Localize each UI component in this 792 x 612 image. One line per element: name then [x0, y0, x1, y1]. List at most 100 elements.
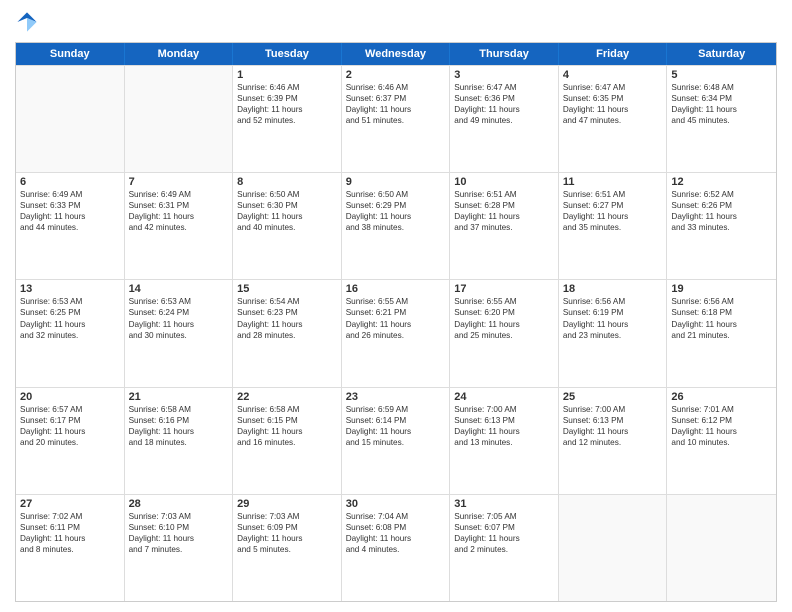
cell-line: Sunrise: 6:55 AM [346, 296, 446, 307]
cell-line: Sunrise: 7:03 AM [129, 511, 229, 522]
weekday-header: Tuesday [233, 43, 342, 65]
cell-line: Sunset: 6:07 PM [454, 522, 554, 533]
day-number: 1 [237, 69, 337, 81]
cell-line: Daylight: 11 hours [671, 319, 772, 330]
cell-line: and 15 minutes. [346, 437, 446, 448]
cell-line: Sunset: 6:26 PM [671, 200, 772, 211]
cell-line: Sunrise: 6:55 AM [454, 296, 554, 307]
cell-line: and 10 minutes. [671, 437, 772, 448]
cell-line: and 45 minutes. [671, 115, 772, 126]
cell-line: Daylight: 11 hours [129, 211, 229, 222]
cell-line: Daylight: 11 hours [20, 211, 120, 222]
weekday-header: Friday [559, 43, 668, 65]
cell-line: Sunrise: 6:59 AM [346, 404, 446, 415]
calendar-cell: 31Sunrise: 7:05 AMSunset: 6:07 PMDayligh… [450, 495, 559, 601]
cell-line: Sunset: 6:11 PM [20, 522, 120, 533]
cell-line: Sunset: 6:30 PM [237, 200, 337, 211]
day-number: 16 [346, 283, 446, 295]
calendar-cell [667, 495, 776, 601]
calendar-cell: 12Sunrise: 6:52 AMSunset: 6:26 PMDayligh… [667, 173, 776, 279]
calendar-cell: 24Sunrise: 7:00 AMSunset: 6:13 PMDayligh… [450, 388, 559, 494]
cell-line: Sunset: 6:17 PM [20, 415, 120, 426]
cell-line: Sunrise: 6:50 AM [237, 189, 337, 200]
cell-line: and 49 minutes. [454, 115, 554, 126]
calendar-cell: 9Sunrise: 6:50 AMSunset: 6:29 PMDaylight… [342, 173, 451, 279]
calendar-cell: 16Sunrise: 6:55 AMSunset: 6:21 PMDayligh… [342, 280, 451, 386]
cell-line: and 44 minutes. [20, 222, 120, 233]
cell-line: Daylight: 11 hours [20, 533, 120, 544]
cell-line: Sunset: 6:21 PM [346, 307, 446, 318]
calendar-cell: 4Sunrise: 6:47 AMSunset: 6:35 PMDaylight… [559, 66, 668, 172]
day-number: 31 [454, 498, 554, 510]
cell-line: Daylight: 11 hours [454, 533, 554, 544]
cell-line: Sunset: 6:28 PM [454, 200, 554, 211]
calendar-cell: 7Sunrise: 6:49 AMSunset: 6:31 PMDaylight… [125, 173, 234, 279]
cell-line: and 16 minutes. [237, 437, 337, 448]
cell-line: Sunset: 6:18 PM [671, 307, 772, 318]
calendar-row: 6Sunrise: 6:49 AMSunset: 6:33 PMDaylight… [16, 172, 776, 279]
cell-line: Sunrise: 7:01 AM [671, 404, 772, 415]
cell-line: Sunrise: 6:56 AM [563, 296, 663, 307]
cell-line: Daylight: 11 hours [454, 104, 554, 115]
cell-line: Sunrise: 6:50 AM [346, 189, 446, 200]
cell-line: Sunset: 6:34 PM [671, 93, 772, 104]
cell-line: Sunrise: 6:49 AM [129, 189, 229, 200]
cell-line: Sunrise: 7:00 AM [454, 404, 554, 415]
cell-line: Daylight: 11 hours [454, 426, 554, 437]
calendar-cell: 25Sunrise: 7:00 AMSunset: 6:13 PMDayligh… [559, 388, 668, 494]
day-number: 25 [563, 391, 663, 403]
cell-line: Daylight: 11 hours [563, 104, 663, 115]
cell-line: Daylight: 11 hours [346, 426, 446, 437]
day-number: 30 [346, 498, 446, 510]
cell-line: Daylight: 11 hours [237, 211, 337, 222]
cell-line: Sunrise: 6:46 AM [346, 82, 446, 93]
cell-line: and 7 minutes. [129, 544, 229, 555]
header [15, 10, 777, 34]
calendar: SundayMondayTuesdayWednesdayThursdayFrid… [15, 42, 777, 602]
day-number: 10 [454, 176, 554, 188]
weekday-header: Thursday [450, 43, 559, 65]
day-number: 6 [20, 176, 120, 188]
day-number: 21 [129, 391, 229, 403]
cell-line: Daylight: 11 hours [563, 319, 663, 330]
calendar-header: SundayMondayTuesdayWednesdayThursdayFrid… [16, 43, 776, 65]
cell-line: Sunset: 6:15 PM [237, 415, 337, 426]
cell-line: and 23 minutes. [563, 330, 663, 341]
cell-line: and 42 minutes. [129, 222, 229, 233]
calendar-cell: 11Sunrise: 6:51 AMSunset: 6:27 PMDayligh… [559, 173, 668, 279]
calendar-cell: 13Sunrise: 6:53 AMSunset: 6:25 PMDayligh… [16, 280, 125, 386]
day-number: 14 [129, 283, 229, 295]
calendar-cell: 14Sunrise: 6:53 AMSunset: 6:24 PMDayligh… [125, 280, 234, 386]
cell-line: Sunset: 6:12 PM [671, 415, 772, 426]
day-number: 24 [454, 391, 554, 403]
cell-line: Daylight: 11 hours [563, 426, 663, 437]
cell-line: Sunset: 6:14 PM [346, 415, 446, 426]
cell-line: Sunrise: 7:00 AM [563, 404, 663, 415]
cell-line: and 28 minutes. [237, 330, 337, 341]
day-number: 17 [454, 283, 554, 295]
day-number: 3 [454, 69, 554, 81]
cell-line: Sunset: 6:31 PM [129, 200, 229, 211]
calendar-cell [16, 66, 125, 172]
cell-line: Daylight: 11 hours [671, 104, 772, 115]
cell-line: and 8 minutes. [20, 544, 120, 555]
cell-line: Sunset: 6:13 PM [454, 415, 554, 426]
cell-line: Sunrise: 6:47 AM [454, 82, 554, 93]
cell-line: and 5 minutes. [237, 544, 337, 555]
cell-line: Sunrise: 6:53 AM [129, 296, 229, 307]
cell-line: and 32 minutes. [20, 330, 120, 341]
day-number: 9 [346, 176, 446, 188]
cell-line: Sunset: 6:19 PM [563, 307, 663, 318]
cell-line: Sunrise: 7:03 AM [237, 511, 337, 522]
day-number: 7 [129, 176, 229, 188]
calendar-cell: 29Sunrise: 7:03 AMSunset: 6:09 PMDayligh… [233, 495, 342, 601]
cell-line: Daylight: 11 hours [346, 104, 446, 115]
calendar-cell: 2Sunrise: 6:46 AMSunset: 6:37 PMDaylight… [342, 66, 451, 172]
cell-line: Sunrise: 6:51 AM [454, 189, 554, 200]
cell-line: Sunset: 6:39 PM [237, 93, 337, 104]
cell-line: Daylight: 11 hours [237, 426, 337, 437]
logo-icon [15, 10, 39, 34]
day-number: 29 [237, 498, 337, 510]
cell-line: Sunrise: 6:58 AM [237, 404, 337, 415]
calendar-cell: 17Sunrise: 6:55 AMSunset: 6:20 PMDayligh… [450, 280, 559, 386]
